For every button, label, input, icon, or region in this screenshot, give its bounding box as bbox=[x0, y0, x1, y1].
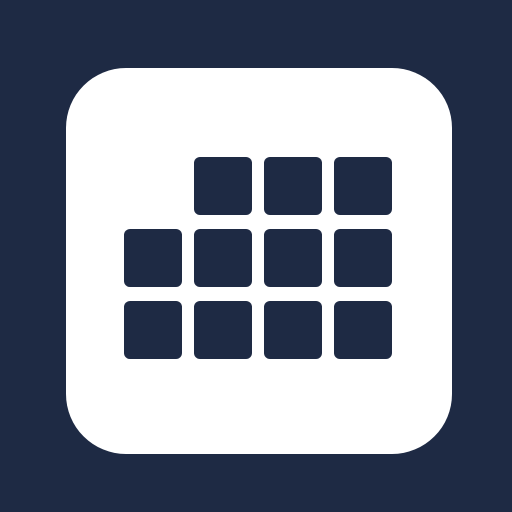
grid-cell bbox=[334, 157, 392, 215]
grid-cell bbox=[264, 229, 322, 287]
grid-cell bbox=[334, 301, 392, 359]
grid-cell bbox=[194, 157, 252, 215]
grid-cell bbox=[124, 229, 182, 287]
grid-cell bbox=[264, 157, 322, 215]
app-icon-canvas bbox=[0, 0, 512, 512]
calendar-grid-icon[interactable] bbox=[66, 68, 452, 454]
grid-cell bbox=[194, 301, 252, 359]
grid-cell bbox=[194, 229, 252, 287]
grid-cell bbox=[124, 301, 182, 359]
grid-cell bbox=[264, 301, 322, 359]
grid-cell bbox=[334, 229, 392, 287]
